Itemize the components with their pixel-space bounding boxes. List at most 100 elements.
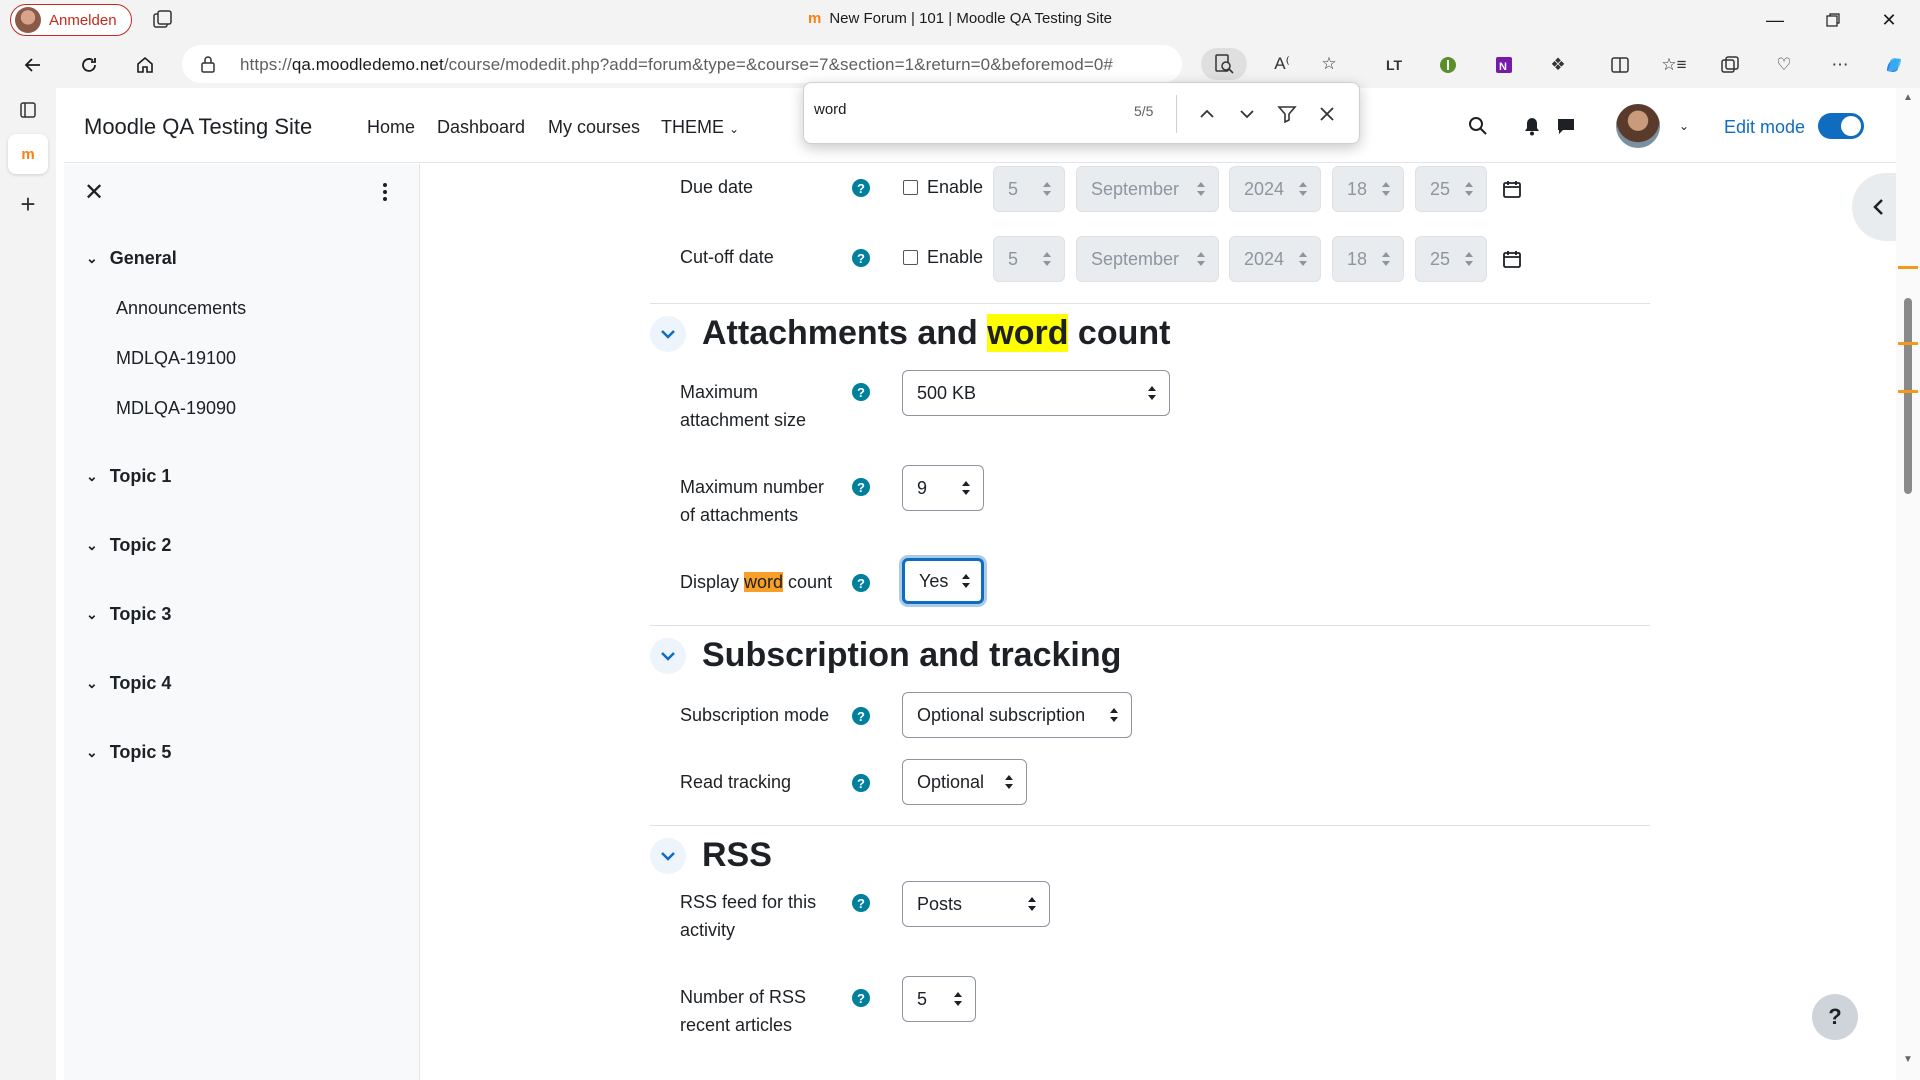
vertical-tab-moodle[interactable]: m	[8, 134, 48, 174]
browser-essentials-icon[interactable]: ♡	[1772, 53, 1796, 77]
section-divider	[650, 825, 1650, 826]
lock-icon[interactable]	[200, 55, 216, 73]
url-text[interactable]: https://qa.moodledemo.net/course/modedit…	[240, 55, 1113, 75]
scroll-down-arrow-icon[interactable]: ▼	[1903, 1054, 1913, 1065]
find-on-page-button[interactable]	[1201, 48, 1247, 80]
subscription-section-header[interactable]: Subscription and tracking	[650, 636, 1121, 675]
find-result-marker	[1898, 266, 1918, 269]
page-scrollbar[interactable]: ▲ ▼	[1896, 88, 1920, 1080]
collapse-chevron-icon[interactable]	[650, 637, 686, 674]
collapse-chevron-icon[interactable]	[650, 837, 686, 874]
find-next-button[interactable]	[1233, 100, 1261, 128]
refresh-button[interactable]	[72, 49, 106, 81]
extension-shield-icon[interactable]	[1436, 53, 1460, 77]
restore-button[interactable]	[1810, 6, 1856, 34]
find-previous-button[interactable]	[1193, 100, 1221, 128]
back-button[interactable]	[16, 49, 50, 81]
calendar-icon[interactable]	[1502, 179, 1522, 199]
help-icon[interactable]: ?	[852, 478, 870, 496]
rss-feed-select[interactable]: Posts	[902, 881, 1050, 927]
find-filter-button[interactable]	[1273, 100, 1301, 128]
section-chevron-icon[interactable]: ⌄	[86, 250, 98, 267]
onenote-icon[interactable]: N	[1492, 53, 1516, 77]
select-arrows-icon	[1197, 252, 1205, 266]
help-icon[interactable]: ?	[852, 574, 870, 592]
collections-icon[interactable]	[1718, 53, 1742, 77]
max-attachment-size-select[interactable]: 500 KB	[902, 370, 1170, 416]
course-section-topic-5[interactable]: ⌄ Topic 5	[86, 742, 171, 763]
activity-mdlqa-19090[interactable]: MDLQA-19090	[116, 398, 236, 419]
subscription-mode-select[interactable]: Optional subscription	[902, 692, 1132, 738]
course-section-topic-4[interactable]: ⌄ Topic 4	[86, 673, 171, 694]
section-chevron-icon[interactable]: ⌄	[86, 537, 98, 554]
minimize-button[interactable]: —	[1752, 6, 1798, 34]
select-value: 9	[917, 477, 928, 498]
help-fab-button[interactable]: ?	[1812, 994, 1858, 1040]
due-date-enable-checkbox[interactable]: Enable	[903, 177, 983, 198]
favorites-icon[interactable]: ☆≡	[1661, 53, 1686, 77]
scroll-up-arrow-icon[interactable]: ▲	[1903, 92, 1913, 103]
help-icon[interactable]: ?	[852, 774, 870, 792]
help-icon[interactable]: ?	[852, 894, 870, 912]
collapse-chevron-icon[interactable]	[650, 315, 686, 352]
nav-home-link[interactable]: Home	[367, 117, 415, 138]
favorite-star-icon[interactable]: ☆	[1317, 52, 1341, 76]
help-icon[interactable]: ?	[852, 707, 870, 725]
new-tab-plus-icon[interactable]: +	[8, 184, 48, 224]
messages-icon[interactable]	[1554, 114, 1578, 138]
select-arrows-icon	[1148, 386, 1156, 400]
cutoff-date-enable-checkbox[interactable]: Enable	[903, 247, 983, 268]
nav-dashboard-link[interactable]: Dashboard	[437, 117, 525, 138]
nav-theme-menu[interactable]: THEME ⌄	[661, 117, 739, 138]
more-menu-icon[interactable]: ⋯	[1828, 53, 1852, 77]
close-window-button[interactable]: ✕	[1866, 6, 1912, 34]
help-icon[interactable]: ?	[852, 249, 870, 267]
select-value: Optional subscription	[917, 704, 1086, 725]
attachments-section-header[interactable]: Attachments and word count	[650, 314, 1170, 353]
calendar-icon[interactable]	[1502, 249, 1522, 269]
find-close-button[interactable]	[1313, 100, 1341, 128]
home-button[interactable]	[128, 49, 162, 81]
drawer-kebab-icon[interactable]	[382, 182, 388, 202]
user-menu-chevron-icon[interactable]: ⌄	[1672, 114, 1696, 138]
tab-actions-icon[interactable]	[8, 90, 48, 130]
nav-my-courses-link[interactable]: My courses	[548, 117, 640, 138]
rss-section-header[interactable]: RSS	[650, 836, 772, 875]
extensions-puzzle-icon[interactable]: ❖	[1546, 53, 1570, 77]
help-icon[interactable]: ?	[852, 989, 870, 1007]
rss-articles-select[interactable]: 5	[902, 976, 976, 1022]
find-input[interactable]: word	[814, 101, 847, 118]
extension-lt-icon[interactable]: LT	[1382, 53, 1406, 77]
max-attachments-select[interactable]: 9	[902, 465, 984, 511]
section-chevron-icon[interactable]: ⌄	[86, 468, 98, 485]
checkbox-box[interactable]	[903, 180, 918, 195]
open-block-drawer-button[interactable]	[1852, 173, 1896, 241]
scrollbar-thumb[interactable]	[1904, 298, 1912, 494]
read-tracking-select[interactable]: Optional	[902, 759, 1027, 805]
copilot-icon[interactable]	[1882, 53, 1906, 77]
course-section-topic-2[interactable]: ⌄ Topic 2	[86, 535, 171, 556]
section-chevron-icon[interactable]: ⌄	[86, 606, 98, 623]
split-screen-icon[interactable]	[1608, 53, 1632, 77]
user-avatar[interactable]	[1616, 104, 1660, 148]
search-icon[interactable]	[1466, 114, 1490, 138]
home-icon	[137, 56, 153, 73]
display-wordcount-select[interactable]: Yes	[902, 558, 984, 604]
notifications-bell-icon[interactable]	[1520, 114, 1544, 138]
activity-mdlqa-19100[interactable]: MDLQA-19100	[116, 348, 236, 369]
address-bar[interactable]: https://qa.moodledemo.net/course/modedit…	[182, 45, 1337, 83]
site-name[interactable]: Moodle QA Testing Site	[84, 114, 312, 140]
activity-announcements[interactable]: Announcements	[116, 298, 246, 319]
edit-mode-toggle[interactable]	[1818, 113, 1864, 139]
checkbox-box[interactable]	[903, 250, 918, 265]
help-icon[interactable]: ?	[852, 383, 870, 401]
read-aloud-icon[interactable]: A⁽	[1270, 52, 1294, 76]
course-section-topic-1[interactable]: ⌄ Topic 1	[86, 466, 171, 487]
section-chevron-icon[interactable]: ⌄	[86, 675, 98, 692]
course-section-topic-3[interactable]: ⌄ Topic 3	[86, 604, 171, 625]
rss-section-title: RSS	[702, 836, 772, 874]
section-chevron-icon[interactable]: ⌄	[86, 744, 98, 761]
close-drawer-icon[interactable]: ✕	[84, 178, 104, 207]
course-section-general[interactable]: ⌄ General	[86, 248, 177, 269]
help-icon[interactable]: ?	[852, 179, 870, 197]
